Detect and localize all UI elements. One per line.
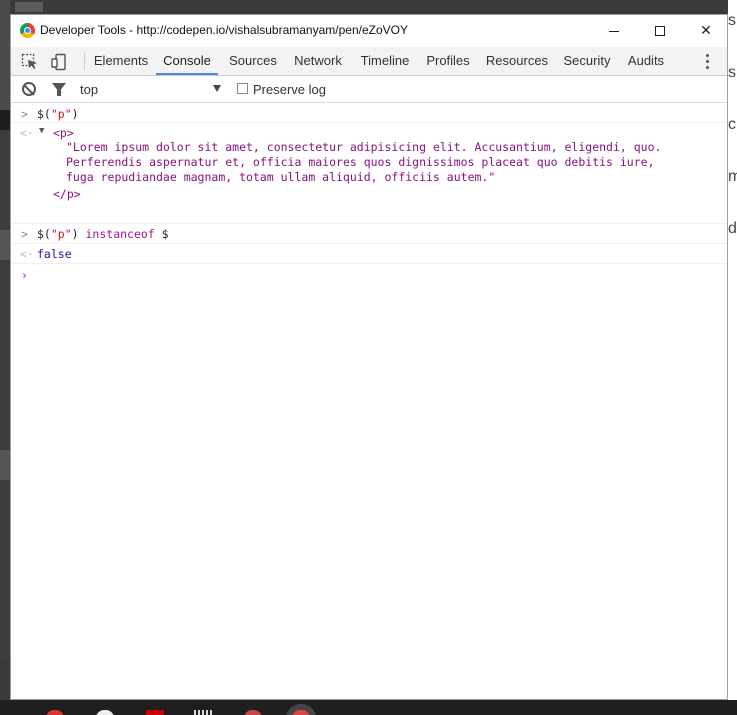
console-filter-bar: top Preserve log bbox=[11, 77, 727, 103]
filter-icon[interactable] bbox=[52, 83, 66, 96]
return-arrow-icon: <· bbox=[20, 247, 34, 261]
tab-profiles[interactable]: Profiles bbox=[422, 47, 474, 75]
background-letter: d bbox=[728, 220, 737, 237]
input-prompt-icon: > bbox=[21, 107, 28, 121]
console-output[interactable]: > $("p") <· ▼ <p> "Lorem ipsum dolor sit… bbox=[11, 104, 727, 699]
console-output-row: <· ▼ <p> "Lorem ipsum dolor sit amet, co… bbox=[11, 123, 727, 224]
maximize-icon bbox=[655, 26, 665, 36]
console-prompt-line[interactable]: › bbox=[11, 264, 727, 286]
background-letter: s bbox=[728, 12, 736, 29]
background-letter: m bbox=[728, 168, 737, 185]
console-output-row: <· false bbox=[11, 244, 727, 264]
clear-console-icon[interactable] bbox=[22, 82, 36, 96]
input-prompt-icon: > bbox=[21, 227, 28, 241]
devtools-window: Developer Tools - http://codepen.io/vish… bbox=[10, 14, 728, 700]
tab-resources[interactable]: Resources bbox=[483, 47, 551, 75]
console-command: $("p") instanceof $ bbox=[37, 227, 169, 241]
title-bar[interactable]: Developer Tools - http://codepen.io/vish… bbox=[11, 15, 727, 47]
background-element bbox=[0, 450, 10, 480]
background-element bbox=[0, 230, 10, 260]
close-icon: ✕ bbox=[700, 23, 712, 39]
console-input-row: > $("p") instanceof $ bbox=[11, 224, 727, 244]
chrome-logo-icon bbox=[20, 23, 35, 38]
taskbar-app-icon[interactable] bbox=[244, 710, 262, 715]
background-letter: c bbox=[728, 116, 736, 133]
panel-tab-bar: Elements Console Sources Network Timelin… bbox=[11, 47, 727, 76]
tab-elements[interactable]: Elements bbox=[91, 47, 151, 75]
close-button[interactable]: ✕ bbox=[683, 15, 729, 47]
preserve-log-label[interactable]: Preserve log bbox=[253, 82, 326, 97]
element-open-tag[interactable]: <p> bbox=[53, 126, 74, 140]
preserve-log-checkbox[interactable] bbox=[237, 83, 248, 94]
background-letter: s bbox=[728, 64, 736, 81]
taskbar-app-icon[interactable] bbox=[194, 710, 212, 715]
background-page-right: s s c m d bbox=[728, 0, 737, 700]
dropdown-arrow-icon[interactable] bbox=[213, 85, 221, 92]
taskbar-app-icon[interactable] bbox=[46, 710, 64, 715]
console-input-row: > $("p") bbox=[11, 104, 727, 123]
background-left bbox=[0, 0, 10, 700]
more-options-icon[interactable] bbox=[706, 54, 710, 70]
console-command: $("p") bbox=[37, 107, 79, 121]
background-element bbox=[0, 110, 10, 130]
element-text-content: "Lorem ipsum dolor sit amet, consectetur… bbox=[66, 140, 662, 184]
tab-security[interactable]: Security bbox=[559, 47, 615, 75]
background-element bbox=[15, 2, 43, 12]
background-element bbox=[0, 660, 10, 700]
window-title: Developer Tools - http://codepen.io/vish… bbox=[40, 23, 408, 37]
tab-sources[interactable]: Sources bbox=[225, 47, 281, 75]
console-result-value: false bbox=[37, 247, 72, 261]
return-arrow-icon: <· bbox=[20, 126, 34, 140]
taskbar-app-icon[interactable] bbox=[146, 710, 164, 715]
taskbar-app-icon[interactable] bbox=[96, 710, 114, 715]
context-selector[interactable]: top bbox=[80, 82, 98, 97]
tab-console[interactable]: Console bbox=[156, 47, 218, 75]
minimize-button[interactable] bbox=[591, 15, 637, 47]
toolbar-divider bbox=[84, 53, 85, 70]
prompt-caret-icon: › bbox=[21, 268, 28, 282]
background-window-strip bbox=[10, 0, 728, 14]
device-mode-icon[interactable] bbox=[51, 53, 69, 71]
element-close-tag: </p> bbox=[53, 187, 81, 201]
expand-triangle-icon[interactable]: ▼ bbox=[39, 126, 44, 136]
inspect-element-icon[interactable] bbox=[21, 53, 39, 71]
tab-network[interactable]: Network bbox=[288, 47, 348, 75]
taskbar-app-icon-active[interactable] bbox=[292, 710, 310, 715]
background-element bbox=[0, 0, 10, 110]
tab-timeline[interactable]: Timeline bbox=[356, 47, 414, 75]
minimize-icon bbox=[609, 30, 619, 32]
tab-audits[interactable]: Audits bbox=[623, 47, 669, 75]
taskbar bbox=[0, 700, 737, 715]
maximize-button[interactable] bbox=[637, 15, 683, 47]
